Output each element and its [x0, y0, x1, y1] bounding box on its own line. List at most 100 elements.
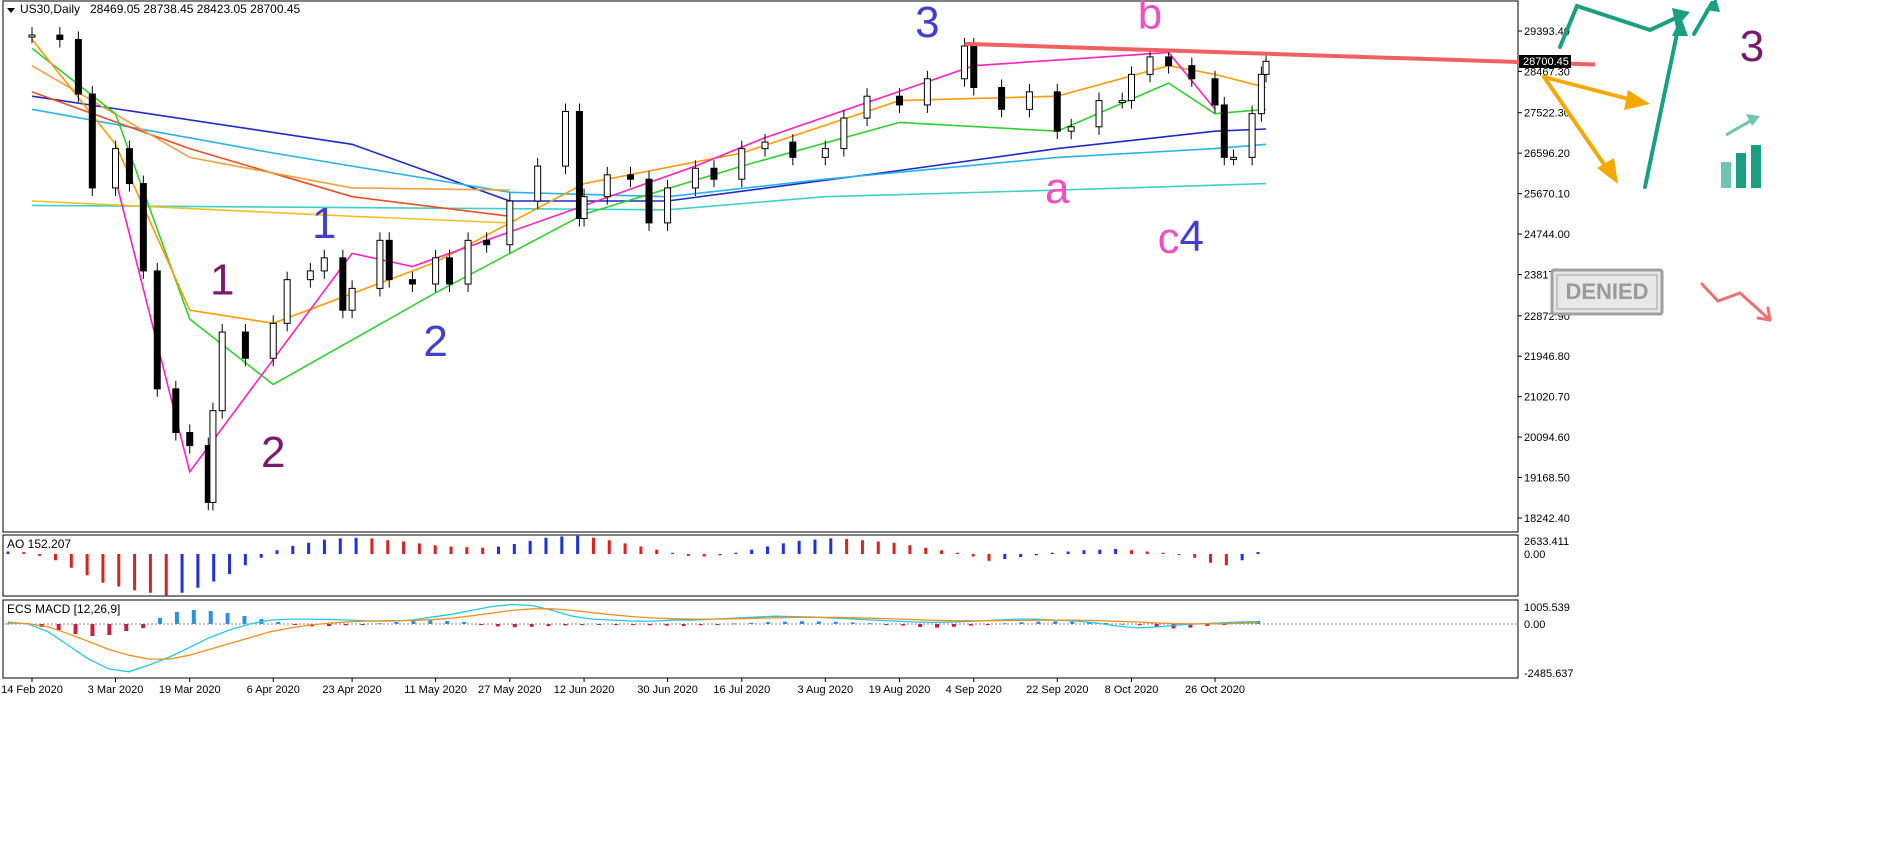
candle-body — [218, 331, 226, 412]
macd-panel-frame — [2, 599, 1519, 679]
orange-arrowhead-1 — [1624, 90, 1650, 110]
candle-body — [1053, 91, 1061, 132]
candle-body — [998, 86, 1006, 110]
macd-histogram-bar — [495, 624, 500, 627]
ao-bar — [196, 554, 200, 588]
macd-y-tick-label: 0.00 — [1524, 619, 1545, 631]
candle-body — [691, 167, 699, 189]
ao-bar — [433, 545, 437, 554]
candle-body — [209, 410, 217, 503]
ao-bar — [607, 540, 611, 554]
macd-label: ECS MACD [12,26,9] — [7, 602, 120, 616]
macd-histogram-bar — [276, 622, 281, 624]
candle-body — [580, 196, 588, 220]
candle-body — [339, 257, 347, 311]
y-tick-label: 25670.10 — [1524, 189, 1570, 201]
candle-body — [283, 279, 291, 324]
ao-bar — [133, 554, 137, 591]
macd-histogram-bar — [799, 621, 804, 624]
ao-bar — [892, 542, 896, 554]
ao-bar — [1050, 552, 1054, 554]
ao-bar — [38, 554, 42, 556]
x-tick-label: 27 May 2020 — [478, 684, 542, 696]
macd-histogram-bar — [360, 624, 365, 625]
candle-body — [645, 178, 653, 224]
x-axis-ticks: 14 Feb 2020 3 Mar 2020 19 Mar 2020 6 Apr 20… — [1, 678, 1245, 696]
macd-histogram-bar — [394, 622, 399, 624]
macd-histogram-bar — [580, 624, 585, 625]
ao-bar — [69, 554, 73, 568]
ao-bar — [402, 541, 406, 554]
macd-histogram-bar — [529, 624, 534, 627]
ao-bar — [702, 554, 706, 557]
macd-histogram-bar — [107, 624, 112, 635]
y-tick-label: 21020.70 — [1524, 392, 1570, 404]
macd-histogram-bar — [428, 620, 433, 624]
macd-histogram-bar — [478, 624, 483, 625]
macd-histogram-bar — [191, 610, 196, 624]
macd-histogram-bar — [833, 621, 838, 624]
macd-histogram-bar — [1070, 621, 1075, 624]
ao-bar — [386, 540, 390, 554]
x-tick-label: 26 Oct 2020 — [1185, 684, 1245, 696]
ao-bar — [876, 541, 880, 554]
macd-histogram-bar — [715, 624, 720, 625]
wave-label: c — [1158, 214, 1180, 263]
ao-bar — [765, 546, 769, 554]
candle-body — [348, 287, 356, 311]
ao-bar — [560, 536, 564, 554]
candle-body — [1220, 104, 1228, 158]
x-tick-label: 14 Feb 2020 — [1, 684, 63, 696]
ao-bar — [1129, 550, 1133, 554]
wave-label: a — [1045, 164, 1070, 213]
ao-y-tick-label: 0.00 — [1524, 549, 1545, 561]
denied-text: DENIED — [1565, 279, 1648, 304]
ao-bar — [512, 544, 516, 554]
trading-chart: 29393.4028467.3027522.3026596.2025670.10… — [1, 0, 1772, 696]
macd-histogram-bar — [935, 624, 940, 628]
macd-histogram-bar — [1120, 623, 1125, 625]
macd-histogram-bar — [698, 624, 703, 626]
ao-bar — [148, 554, 152, 593]
macd-histogram-bar — [411, 621, 416, 624]
macd-histogram-bar — [1002, 623, 1007, 625]
wave-label: 3 — [1740, 22, 1764, 71]
ao-bar — [6, 551, 10, 554]
ao-bar — [417, 543, 421, 554]
candle-body — [1248, 113, 1256, 158]
candle-body — [1262, 60, 1270, 75]
ao-bar — [465, 547, 469, 554]
x-tick-label: 6 Apr 2020 — [247, 684, 300, 696]
candle-body — [970, 45, 978, 88]
macd-histogram-bar — [158, 618, 163, 624]
macd-histogram-bar — [1137, 624, 1142, 626]
x-tick-label: 23 Apr 2020 — [322, 684, 381, 696]
ao-bar — [655, 549, 659, 554]
x-tick-label: 3 Mar 2020 — [88, 684, 144, 696]
ao-bar — [22, 552, 26, 554]
candle-body — [125, 148, 133, 185]
candle-body — [432, 257, 440, 285]
candle-body — [761, 141, 769, 150]
macd-histogram-bar — [867, 623, 872, 625]
ao-bar — [354, 537, 358, 554]
candle-body — [385, 239, 393, 281]
ao-bar — [671, 552, 675, 554]
symbol-label: US30,Daily — [20, 2, 80, 16]
candle-body — [153, 270, 161, 390]
y-tick-label: 20094.60 — [1524, 432, 1570, 444]
ao-bar — [734, 552, 738, 554]
candle-body — [1211, 78, 1219, 106]
macd-histogram-bar — [816, 621, 821, 624]
macd-histogram-bar — [614, 624, 619, 625]
ao-label: AO 152.207 — [7, 537, 71, 551]
ao-bar — [750, 549, 754, 554]
trend-up-icon — [1721, 114, 1761, 188]
candle-body — [1146, 56, 1154, 75]
wave-label: 4 — [1180, 212, 1204, 261]
teal-arrow-path-1 — [1558, 3, 1680, 49]
candle-body — [534, 165, 542, 202]
candle-body — [1165, 56, 1173, 67]
macd-histogram-bar — [918, 624, 923, 627]
ao-bar — [955, 552, 959, 554]
